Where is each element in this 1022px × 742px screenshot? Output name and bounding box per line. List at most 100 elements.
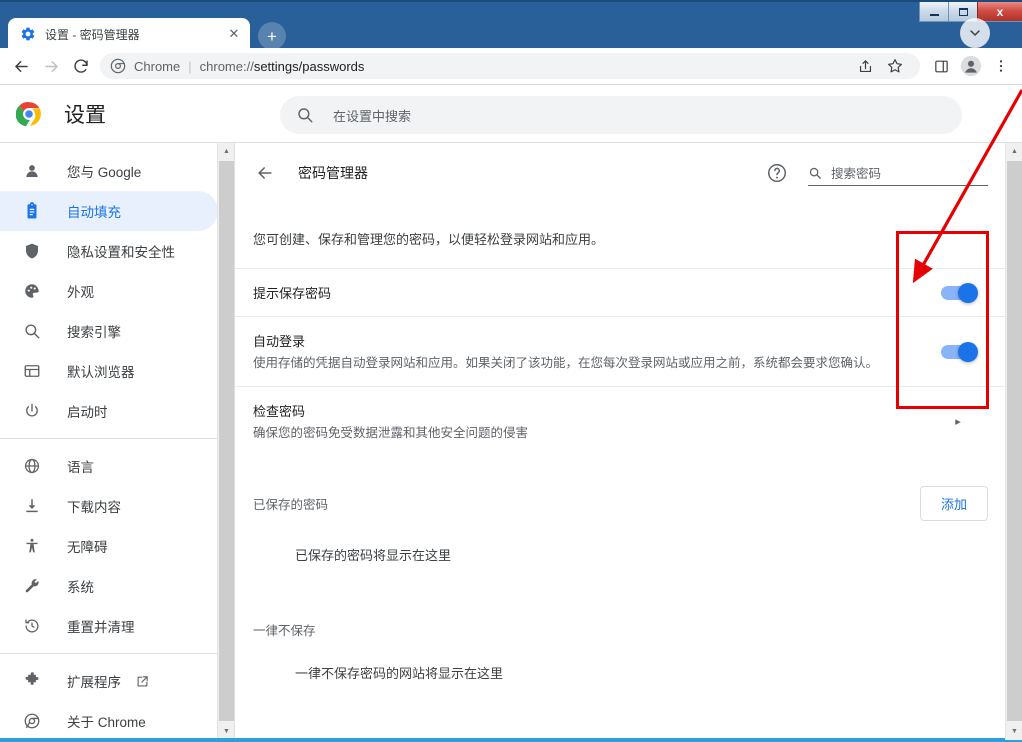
row-text: 提示保存密码 (253, 283, 928, 302)
bookmark-button[interactable] (880, 51, 910, 81)
share-button[interactable] (850, 51, 880, 81)
forward-button[interactable] (36, 51, 66, 81)
minimize-button[interactable] (919, 2, 948, 22)
sidebar-item-label: 系统 (67, 580, 94, 595)
person-icon (22, 161, 42, 181)
help-circle-icon (768, 164, 786, 182)
row-title: 自动登录 (253, 334, 306, 349)
sidebar-scrollbar[interactable]: ▲ ▼ (217, 143, 234, 740)
sidebar-item-you-and-google[interactable]: 您与 Google (0, 151, 218, 191)
settings-search-box[interactable]: 在设置中搜索 (280, 96, 962, 134)
sidebar-item-default-browser[interactable]: 默认浏览器 (0, 351, 218, 391)
profile-button[interactable] (956, 51, 986, 81)
password-manager-title: 密码管理器 (298, 165, 368, 181)
sidebar-item-accessibility[interactable]: 无障碍 (0, 526, 218, 566)
settings-body: 您与 Google 自动填充 隐私设置和安全性 外观 搜索引擎 默认浏览器 启动… (0, 142, 1022, 740)
back-button[interactable] (6, 51, 36, 81)
omnibox-url-path: settings/passwords (253, 58, 365, 74)
help-button[interactable] (766, 162, 788, 184)
sidebar-item-label: 扩展程序 (67, 675, 121, 690)
sidebar-item-languages[interactable]: 语言 (0, 446, 218, 486)
page-title: 设置 (64, 104, 106, 127)
close-button[interactable]: x (977, 2, 1022, 22)
tab-title: 设置 - 密码管理器 (45, 27, 140, 42)
omnibox-url: chrome://settings/passwords (200, 59, 365, 74)
sidebar-item-privacy-security[interactable]: 隐私设置和安全性 (0, 231, 218, 271)
forward-arrow-icon (44, 60, 58, 72)
content-scrollbar[interactable]: ▲ ▼ (1005, 143, 1022, 740)
password-manager-description: 您可创建、保存和管理您的密码，以便轻松登录网站和应用。 (253, 232, 605, 247)
close-icon: x (996, 4, 1004, 19)
never-saved-label: 一律不保存 (253, 624, 316, 639)
tab-close-icon[interactable]: ✕ (224, 24, 244, 44)
scroll-up-arrow-icon[interactable]: ▲ (218, 143, 234, 160)
maximize-icon (958, 7, 968, 16)
password-manager-header: 密码管理器 搜索密码 (235, 143, 1006, 203)
search-icon (22, 321, 42, 341)
scroll-up-arrow-icon[interactable]: ▲ (1006, 143, 1022, 160)
browser-menu-button[interactable] (986, 51, 1016, 81)
sidebar-item-search-engine[interactable]: 搜索引擎 (0, 311, 218, 351)
palette-icon (22, 281, 42, 301)
sidebar-scrollbar-thumb[interactable] (219, 161, 234, 721)
never-saved-section-header: 一律不保存 (235, 564, 1006, 639)
sidebar-item-about-chrome[interactable]: 关于 Chrome (0, 701, 218, 740)
external-link-icon (135, 674, 150, 689)
new-tab-button[interactable]: + (258, 22, 286, 50)
share-icon (859, 59, 871, 72)
row-title: 检查密码 (253, 404, 306, 420)
offer-to-save-passwords-toggle[interactable] (941, 282, 978, 303)
toggle-knob (958, 341, 978, 362)
omnibox-separator: | (188, 58, 192, 74)
row-title: 提示保存密码 (253, 286, 332, 301)
add-password-button[interactable]: 添加 (919, 486, 988, 522)
tab-search-button[interactable] (960, 18, 990, 48)
sidebar-item-label: 下载内容 (67, 500, 121, 515)
chevron-down-icon (970, 30, 980, 36)
chrome-icon (22, 711, 42, 731)
chrome-logo-icon (15, 101, 42, 127)
password-search-placeholder: 搜索密码 (831, 167, 882, 181)
toggle-knob (958, 282, 978, 303)
address-bar[interactable]: Chrome | chrome://settings/passwords (100, 53, 920, 79)
sidebar-item-label: 搜索引擎 (67, 325, 121, 340)
auto-sign-in-toggle[interactable] (941, 341, 978, 362)
password-search-box[interactable]: 搜索密码 (808, 160, 988, 186)
sidebar-item-appearance[interactable]: 外观 (0, 271, 218, 311)
shield-icon (22, 241, 42, 261)
three-dot-menu-icon (999, 60, 1003, 72)
chevron-right-icon[interactable]: ▸ (955, 415, 961, 428)
sidebar-item-label: 重置并清理 (67, 620, 135, 635)
scroll-down-arrow-icon[interactable]: ▼ (1006, 723, 1022, 740)
side-panel-button[interactable] (926, 51, 956, 81)
sidebar-item-label: 隐私设置和安全性 (67, 245, 175, 260)
reload-icon (74, 59, 88, 73)
row-check-passwords[interactable]: 检查密码 确保您的密码免受数据泄露和其他安全问题的侵害 ▸ (235, 386, 1006, 456)
row-control: ▸ (928, 415, 988, 428)
sidebar-item-on-startup[interactable]: 启动时 (0, 391, 218, 431)
row-offer-to-save-passwords[interactable]: 提示保存密码 (235, 268, 1006, 316)
row-control (928, 341, 988, 362)
sidebar-item-label: 语言 (67, 460, 94, 475)
sidebar-item-label: 外观 (67, 285, 94, 300)
accessibility-icon (22, 536, 42, 556)
row-auto-sign-in[interactable]: 自动登录 使用存储的凭据自动登录网站和应用。如果关闭了该功能，在您每次登录网站或… (235, 316, 1006, 386)
browser-tab[interactable]: 设置 - 密码管理器 ✕ (8, 18, 250, 50)
browser-toolbar: Chrome | chrome://settings/passwords (0, 48, 1022, 85)
sidebar-item-system[interactable]: 系统 (0, 566, 218, 606)
reload-button[interactable] (66, 51, 96, 81)
sidebar-item-reset-cleanup[interactable]: 重置并清理 (0, 606, 218, 646)
content-scrollbar-thumb[interactable] (1007, 161, 1022, 721)
side-panel-icon (934, 60, 948, 72)
sidebar-item-downloads[interactable]: 下载内容 (0, 486, 218, 526)
sidebar-item-autofill[interactable]: 自动填充 (0, 191, 218, 231)
sidebar-item-extensions[interactable]: 扩展程序 (0, 661, 218, 701)
globe-icon (22, 456, 42, 476)
sidebar-item-label: 您与 Google (67, 165, 142, 180)
puzzle-icon (22, 671, 42, 691)
window-bottom-strip (0, 738, 1022, 742)
download-icon (22, 496, 42, 516)
never-saved-empty-text: 一律不保存密码的网站将显示在这里 (295, 666, 504, 682)
row-control (928, 282, 988, 303)
back-button[interactable] (253, 161, 277, 185)
